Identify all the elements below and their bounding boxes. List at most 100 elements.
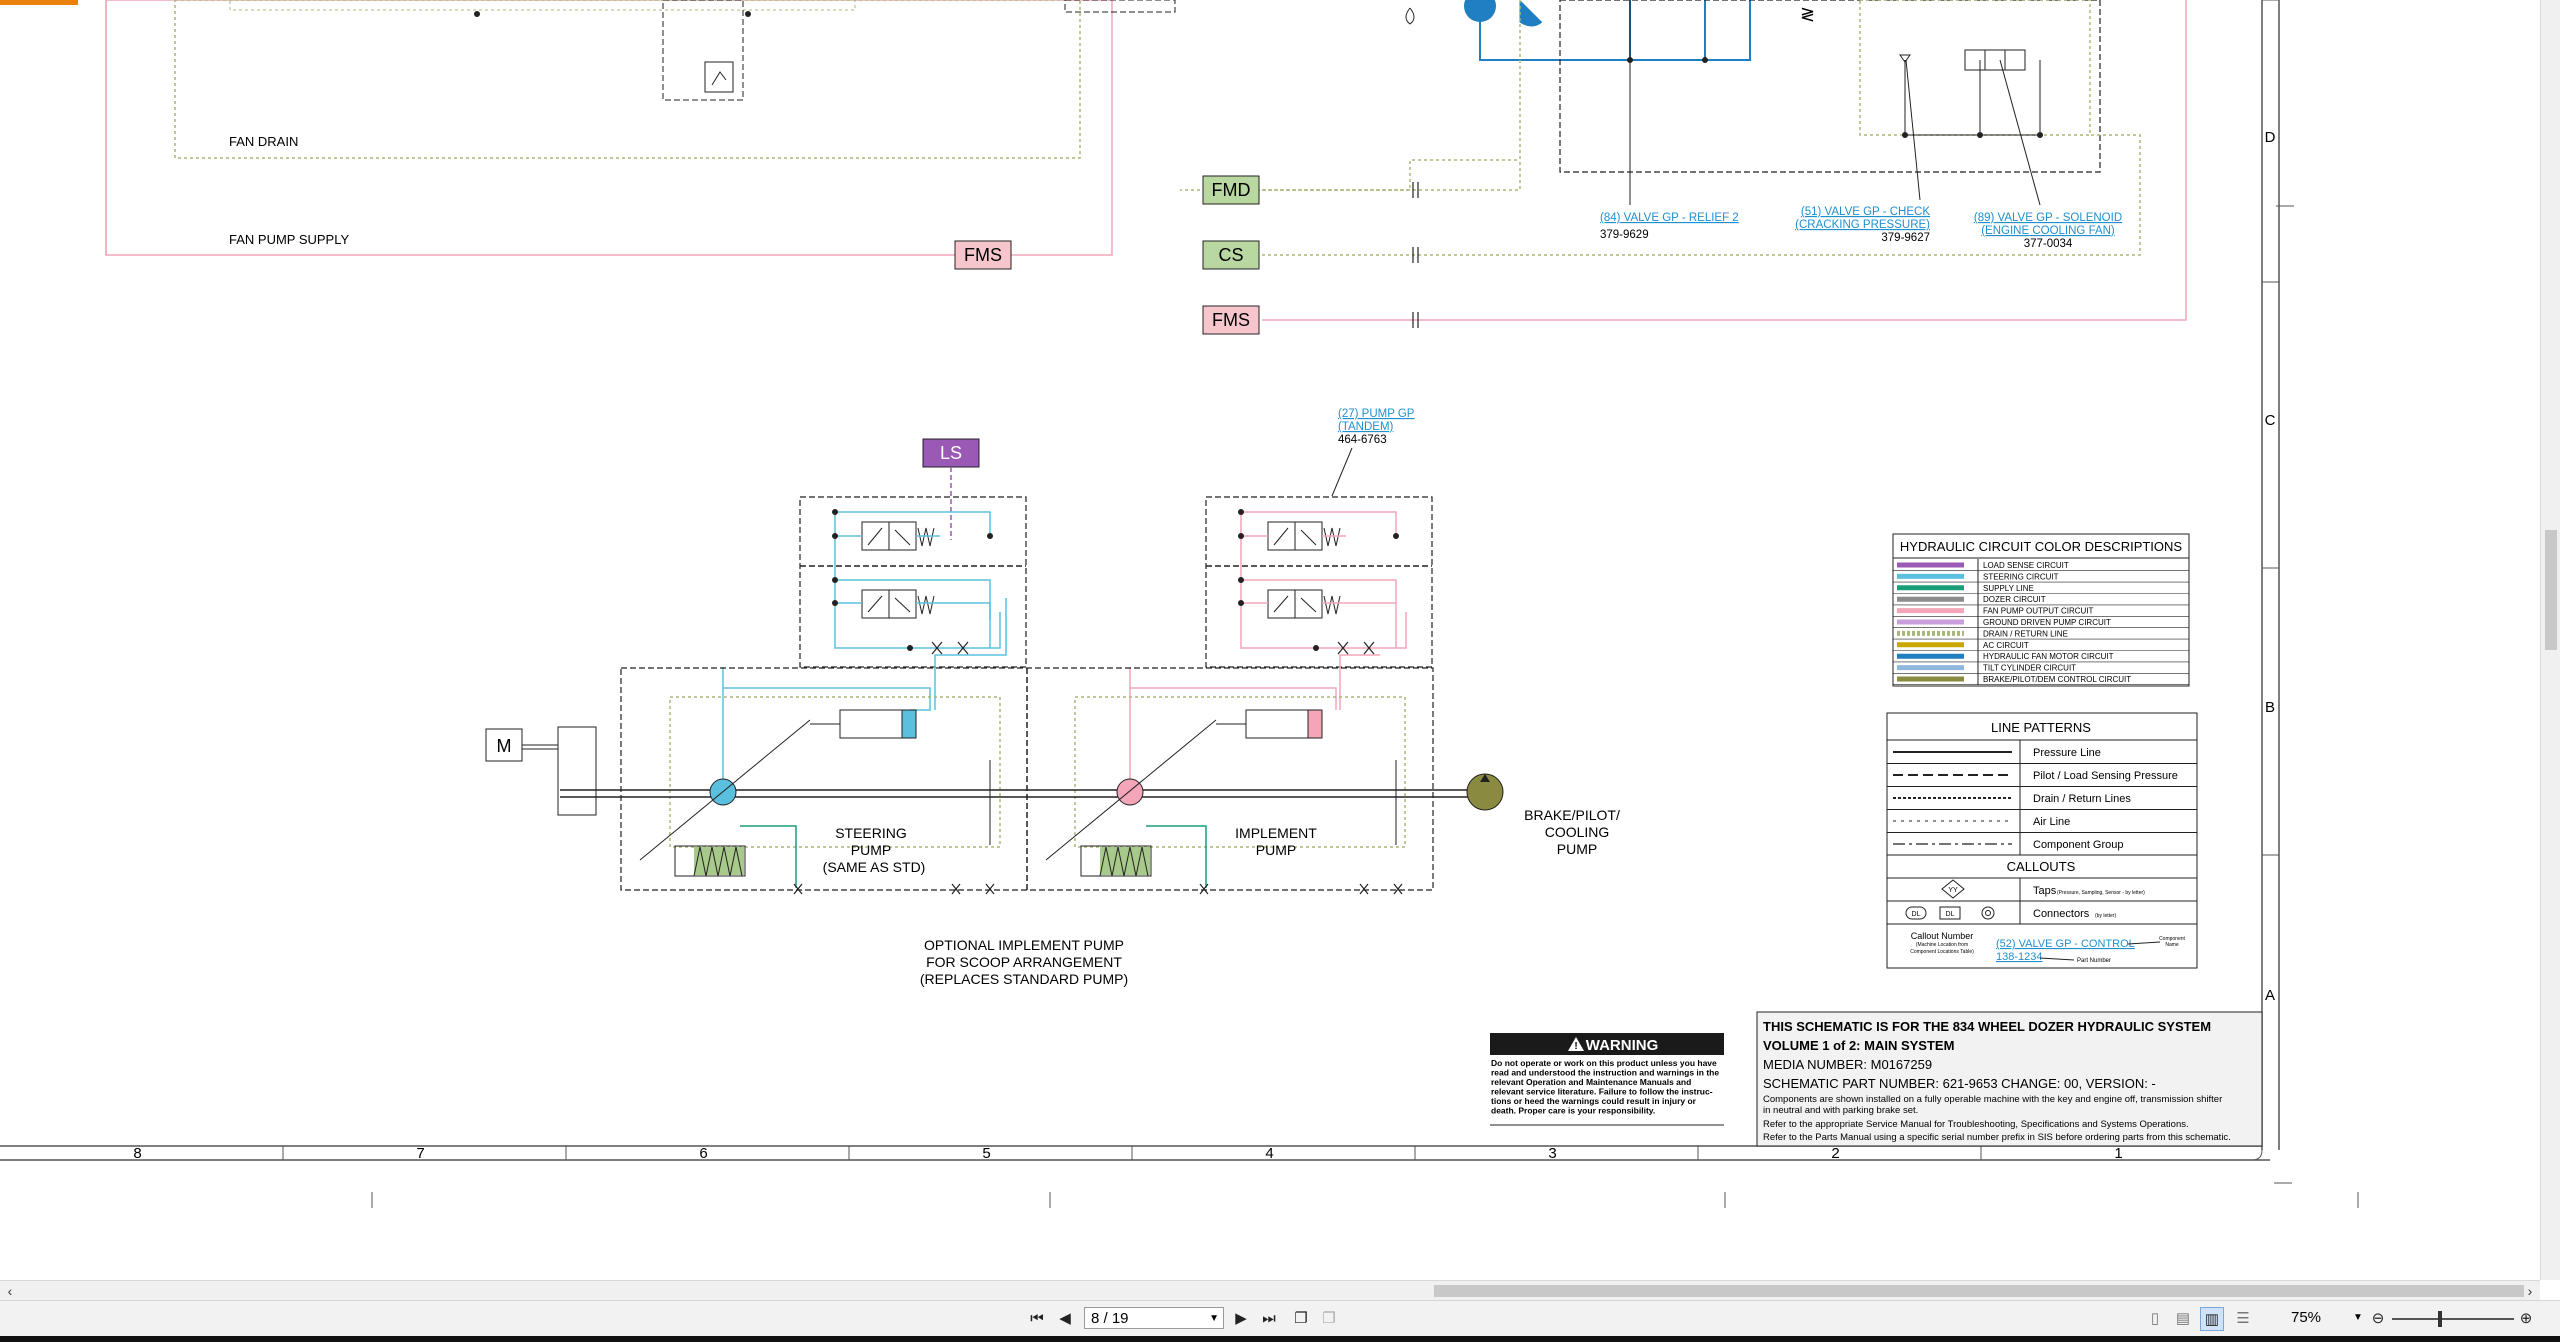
- grid-row-label: C: [2265, 412, 2276, 429]
- continuous-view-icon[interactable]: ▤: [2172, 1307, 2194, 1331]
- scroll-right-icon[interactable]: ›: [2520, 1281, 2540, 1301]
- brake-pump-label-1: BRAKE/PILOT/: [1524, 807, 1620, 823]
- grid-column-label: 6: [699, 1145, 707, 1162]
- callout-text: (ENGINE COOLING FAN): [1981, 225, 2115, 237]
- svg-text:Components are shown installed: Components are shown installed on a full…: [1763, 1094, 2222, 1105]
- callout-text: 379-9627: [1881, 232, 1930, 244]
- svg-text:(Machine Location from: (Machine Location from: [1916, 942, 1968, 948]
- svg-text:FMS: FMS: [964, 245, 1002, 265]
- document-tab-indicator[interactable]: [0, 0, 78, 5]
- callout-check[interactable]: (51) VALVE GP - CHECK (CRACKING PRESSURE…: [1795, 206, 1930, 244]
- last-page-icon[interactable]: ⏭: [1258, 1307, 1280, 1331]
- callout-text: (89) VALVE GP - SOLENOID: [1974, 212, 2122, 224]
- grid-row-label: B: [2265, 699, 2275, 716]
- legend-label: AC CIRCUIT: [1983, 641, 2029, 650]
- page-number-input[interactable]: 8 / 19 ▼: [1084, 1307, 1224, 1329]
- example-callout: (52) VALVE GP - CONTROL: [1996, 938, 2135, 950]
- svg-text:FMS: FMS: [1212, 310, 1250, 330]
- legend-label: STEERING CIRCUIT: [1983, 572, 2059, 581]
- callout-text: (CRACKING PRESSURE): [1795, 219, 1930, 231]
- warning-text-line: relevant service literature. Failure to …: [1491, 1087, 1713, 1097]
- brake-pump-label-2: COOLING: [1545, 824, 1610, 840]
- legend-label: DOZER CIRCUIT: [1983, 595, 2046, 604]
- zoom-in-icon[interactable]: ⊕: [2516, 1307, 2536, 1331]
- vertical-scrollbar[interactable]: [2540, 0, 2560, 1280]
- connector-ls: LS: [922, 438, 980, 468]
- zoom-slider-handle[interactable]: [2438, 1311, 2442, 1327]
- line-pattern-legend: LINE PATTERNS Pressure Line Pilot / Load …: [1886, 712, 2198, 969]
- grid-row-label: D: [2265, 129, 2276, 146]
- callout-relief[interactable]: (84) VALVE GP - RELIEF 2 379-9629: [1600, 212, 1739, 241]
- warning-text-line: read and understood the instruction and …: [1491, 1068, 1719, 1078]
- grid-column-label: 2: [1831, 1145, 1839, 1162]
- two-page-icon[interactable]: ❐: [1290, 1307, 1312, 1331]
- taps-symbol: YY: [1948, 887, 1958, 894]
- warning-text-line: relevant Operation and Maintenance Manua…: [1491, 1077, 1691, 1087]
- line-pattern-label: Drain / Return Lines: [2033, 793, 2131, 805]
- next-page-icon[interactable]: ▶: [1230, 1307, 1252, 1331]
- chevron-down-icon[interactable]: ▼: [1209, 1308, 1219, 1330]
- motor-label: M: [497, 736, 512, 756]
- color-legend: HYDRAULIC CIRCUIT COLOR DESCRIPTIONS LOA…: [1892, 533, 2190, 687]
- vertical-scroll-thumb[interactable]: [2545, 530, 2557, 650]
- legend-label: DRAIN / RETURN LINE: [1983, 629, 2068, 638]
- connector-group: FMS FMD CS FMS LS: [922, 175, 1260, 468]
- title-block: THIS SCHEMATIC IS FOR THE 834 WHEEL DOZE…: [1756, 1011, 2263, 1147]
- callout-number-label: Callout Number: [1911, 931, 1974, 941]
- zoom-out-icon[interactable]: ⊖: [2368, 1307, 2388, 1331]
- single-page-view-icon[interactable]: ▯: [2144, 1307, 2166, 1331]
- prev-page-icon[interactable]: ◀: [1054, 1307, 1076, 1331]
- svg-text:Refer to the Parts Manual usin: Refer to the Parts Manual using a specif…: [1763, 1132, 2231, 1143]
- callout-text: 379-9629: [1600, 229, 1649, 241]
- legend-label: FAN PUMP OUTPUT CIRCUIT: [1983, 607, 2093, 616]
- chevron-down-icon[interactable]: ▼: [2353, 1307, 2363, 1329]
- example-part: 138-1234: [1996, 951, 2043, 963]
- horizontal-scrollbar[interactable]: ‹ ›: [0, 1280, 2540, 1301]
- zoom-slider[interactable]: [2392, 1311, 2514, 1327]
- zoom-level[interactable]: 75% ▼: [2275, 1307, 2365, 1329]
- legend-label: SUPPLY LINE: [1983, 584, 2034, 593]
- callout-pump-tandem[interactable]: (27) PUMP GP (TANDEM) 464-6763: [1331, 408, 1415, 497]
- implement-pump-label-2: PUMP: [1256, 842, 1296, 858]
- grid-column-label: 1: [2114, 1145, 2122, 1162]
- optional-note-1: OPTIONAL IMPLEMENT PUMP: [924, 937, 1124, 953]
- steering-pump-label-2: PUMP: [851, 842, 891, 858]
- connector-symbol-2: DL: [1946, 911, 1955, 918]
- pump-assembly: M STEERING PUMP (SAME AS STD) IMPLEMENT …: [485, 467, 1620, 987]
- warning-box: ! WARNING Do not operate or work on this…: [1490, 1033, 1724, 1126]
- connectors-label: Connectors: [2033, 908, 2090, 920]
- warning-title: WARNING: [1586, 1037, 1659, 1054]
- scroll-left-icon[interactable]: ‹: [0, 1281, 20, 1301]
- grid-column-label: 8: [133, 1145, 141, 1162]
- callout-text: (84) VALVE GP - RELIEF 2: [1600, 212, 1739, 224]
- callout-text: 464-6763: [1338, 434, 1387, 446]
- facing-continuous-view-icon[interactable]: ☰: [2232, 1307, 2254, 1331]
- grid-column-label: 7: [416, 1145, 424, 1162]
- callout-solenoid[interactable]: (89) VALVE GP - SOLENOID (ENGINE COOLING…: [1974, 212, 2122, 250]
- legend-label: HYDRAULIC FAN MOTOR CIRCUIT: [1983, 652, 2114, 661]
- first-page-icon[interactable]: ⏮: [1026, 1307, 1048, 1331]
- optional-note-3: (REPLACES STANDARD PUMP): [920, 971, 1128, 987]
- svg-text:in neutral and with parking br: in neutral and with parking brake set.: [1763, 1105, 1918, 1116]
- valve-area: ≷: [1180, 0, 2187, 328]
- media-number: MEDIA NUMBER: M0167259: [1763, 1057, 1932, 1072]
- svg-text:!: !: [1574, 1041, 1577, 1052]
- connector-fms-top: FMS: [954, 240, 1012, 270]
- connector-cs: CS: [1202, 240, 1260, 270]
- connector-symbol-1: DL: [1912, 911, 1921, 918]
- callout-text: 377-0034: [2024, 238, 2073, 250]
- grid-column-label: 4: [1265, 1145, 1273, 1162]
- line-pattern-label: Pressure Line: [2033, 747, 2101, 759]
- horizontal-scroll-thumb[interactable]: [1434, 1285, 2524, 1297]
- grid-column-label: 3: [1548, 1145, 1556, 1162]
- brake-pump-label-3: PUMP: [1557, 841, 1597, 857]
- callout-text: (27) PUMP GP: [1338, 408, 1415, 420]
- svg-text:Component Locations Table): Component Locations Table): [1910, 949, 1974, 955]
- copy-icon[interactable]: ❐: [1318, 1307, 1340, 1331]
- fan-circuit-group: FAN DRAIN FAN PUMP SUPPLY: [105, 0, 1176, 256]
- callouts-title: CALLOUTS: [2007, 859, 2076, 874]
- fan-drain-label: FAN DRAIN: [229, 134, 298, 149]
- schematic-document: 8 7 6 5 4 3 2 1 D C B A FAN DRAIN FAN PUMP SUPPLY: [0, 0, 2540, 1272]
- color-legend-title: HYDRAULIC CIRCUIT COLOR DESCRIPTIONS: [1900, 539, 2183, 554]
- facing-view-icon[interactable]: ▥: [2200, 1307, 2224, 1331]
